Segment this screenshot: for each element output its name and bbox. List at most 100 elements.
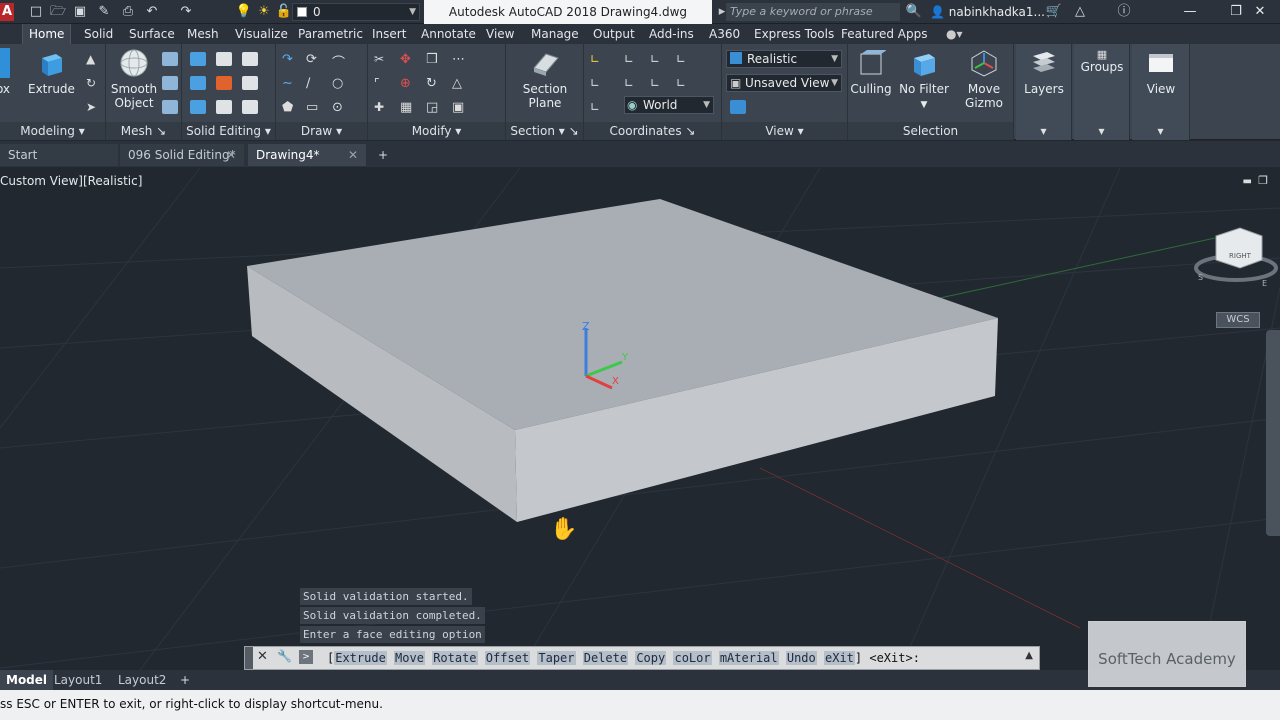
doc-tab-drawing4[interactable]: Drawing4* ✕ [248,144,366,166]
viewport-view-label[interactable]: Custom View][Realistic] [0,174,142,188]
sun-icon[interactable]: ☀ [254,3,274,21]
layers-button[interactable]: Layers [1020,48,1068,96]
3dmove-icon[interactable]: ⊕ [400,76,416,91]
tab-solid[interactable]: Solid [78,24,119,44]
thicken-icon[interactable] [216,100,232,114]
viewport-config-icon[interactable] [730,100,746,114]
3dalign-icon[interactable]: ▦ [400,100,416,115]
ucs-named-icon[interactable]: ∟ [590,100,606,114]
ucs-icon[interactable]: ∟ [590,52,606,66]
view-button[interactable]: View [1136,48,1186,96]
command-line-grip[interactable] [245,647,253,669]
panel-label-solid-editing[interactable]: Solid Editing ▾ [182,122,275,140]
ucs-combo[interactable]: ◉ World ▼ [624,96,714,114]
tab-express-tools[interactable]: Express Tools [748,24,840,44]
separate-icon[interactable] [242,100,258,114]
interfere-icon[interactable] [216,76,232,90]
panel-label-coordinates[interactable]: Coordinates ↘ [584,122,721,140]
panel-label-section[interactable]: Section ▾ ↘ [506,122,583,140]
ucs-world-icon[interactable]: ∟ [590,76,606,90]
minimize-button[interactable]: — [1170,0,1210,24]
panel-label-modeling[interactable]: Modeling ▾ [0,122,105,140]
cmd-option-delete[interactable]: Delete [582,651,629,665]
doc-tab-start[interactable]: Start [0,144,118,166]
wrench-icon[interactable]: 🔧 [277,649,292,663]
view-expand-icon[interactable]: ▾ [1132,122,1189,140]
copy-icon[interactable]: ❒ [426,52,442,67]
saveas-icon[interactable]: ✎ [94,3,114,21]
rotate-icon[interactable]: ↻ [426,76,442,91]
close-icon[interactable]: ✕ [257,649,268,664]
move-icon[interactable]: ✥ [400,52,416,67]
groups-button[interactable]: ▦ Groups [1078,48,1126,74]
circle-icon[interactable]: ○ [332,76,348,91]
tab-annotate[interactable]: Annotate [415,24,482,44]
panel-label-modify[interactable]: Modify ▾ [368,122,505,140]
culling-button[interactable]: Culling [848,48,894,96]
viewport-minimize-icon[interactable]: ▬ [1243,176,1252,187]
sweep-icon[interactable]: ➤ [86,100,102,114]
close-icon[interactable]: ✕ [226,144,236,166]
stretch-icon[interactable]: ▣ [452,100,468,115]
tab-parametric[interactable]: Parametric [292,24,369,44]
rectangle-icon[interactable]: ▭ [306,100,322,115]
no-filter-button[interactable]: No Filter ▼ [898,48,950,112]
cmd-option-exit[interactable]: eXit [824,651,855,665]
print-icon[interactable]: ⎙ [118,3,138,21]
cmd-option-offset[interactable]: Offset [484,651,531,665]
presspull-icon[interactable]: ▲ [86,52,102,66]
exchange-icon[interactable]: △ [1070,3,1090,21]
line-icon[interactable]: ∕ [306,76,322,91]
tab-home[interactable]: Home [22,24,72,44]
cmd-option-move[interactable]: Move [394,651,425,665]
new-tab-plus-icon[interactable]: + [370,144,396,166]
slice-icon[interactable] [216,52,232,66]
doc-tab-solid-editing[interactable]: 096 Solid Editing* ✕ [120,144,244,166]
tab-addins[interactable]: Add-ins [643,24,700,44]
cmd-option-extrude[interactable]: Extrude [334,651,387,665]
layers-expand-icon[interactable]: ▾ [1016,122,1071,140]
cmd-option-rotate[interactable]: Rotate [432,651,478,665]
new-icon[interactable]: □ [26,3,46,21]
ucs-x-icon[interactable]: ∟ [650,52,666,66]
tab-mesh[interactable]: Mesh [181,24,225,44]
ucs-face-icon[interactable]: ∟ [676,76,692,90]
panel-view-right[interactable]: View ▾ [1132,44,1190,140]
cmd-option-taper[interactable]: Taper [537,651,576,665]
groups-expand-icon[interactable]: ▾ [1074,122,1129,140]
visual-style-combo[interactable]: Realistic ▼ [726,50,842,68]
section-plane-button[interactable]: Section Plane [516,48,574,110]
wcs-menu[interactable]: WCS [1216,312,1260,328]
save-icon[interactable]: ▣ [70,3,90,21]
lightbulb-icon[interactable]: 💡 [234,3,254,21]
navigation-bar[interactable] [1266,330,1280,536]
search-input[interactable]: Type a keyword or phrase [726,3,900,21]
redo-icon[interactable]: ↷ [176,3,196,21]
user-sign-in[interactable]: 👤 nabinkhadka1... [930,0,1045,24]
polyline-icon[interactable]: ↷ [282,52,298,67]
tab-visualize[interactable]: Visualize [229,24,294,44]
panel-label-selection[interactable]: Selection [848,122,1013,140]
ucs-z-icon[interactable]: ∟ [624,76,640,90]
subtract-icon[interactable] [190,76,206,90]
undo-icon[interactable]: ↶ [142,3,162,21]
cmd-option-material[interactable]: mAterial [718,651,779,665]
command-history-toggle-icon[interactable]: ▲ [1025,650,1033,661]
tab-output[interactable]: Output [587,24,641,44]
mesh-smooth-more-icon[interactable] [162,52,178,66]
drawing-viewport[interactable]: Z Y X RIGHT S E ✋ Custom View][Realistic… [0,168,1280,670]
close-button[interactable]: ✕ [1240,0,1280,24]
move-gizmo-button[interactable]: Move Gizmo [958,48,1010,110]
point-icon[interactable]: ⊙ [332,100,348,115]
cmd-option-color[interactable]: coLor [673,651,712,665]
spline-icon[interactable]: ∼ [282,76,298,91]
trim-icon[interactable]: ✂ [374,52,390,66]
extract-edges-icon[interactable] [242,52,258,66]
panel-layers[interactable]: Layers ▾ [1016,44,1072,140]
helix-icon[interactable]: ⟳ [306,52,322,67]
tab-view[interactable]: View [480,24,520,44]
arc-icon[interactable]: ⌒ [332,52,348,71]
mesh-refine-icon[interactable] [162,100,178,114]
polygon-icon[interactable]: ⬟ [282,100,298,115]
close-icon[interactable]: ✕ [348,144,358,166]
